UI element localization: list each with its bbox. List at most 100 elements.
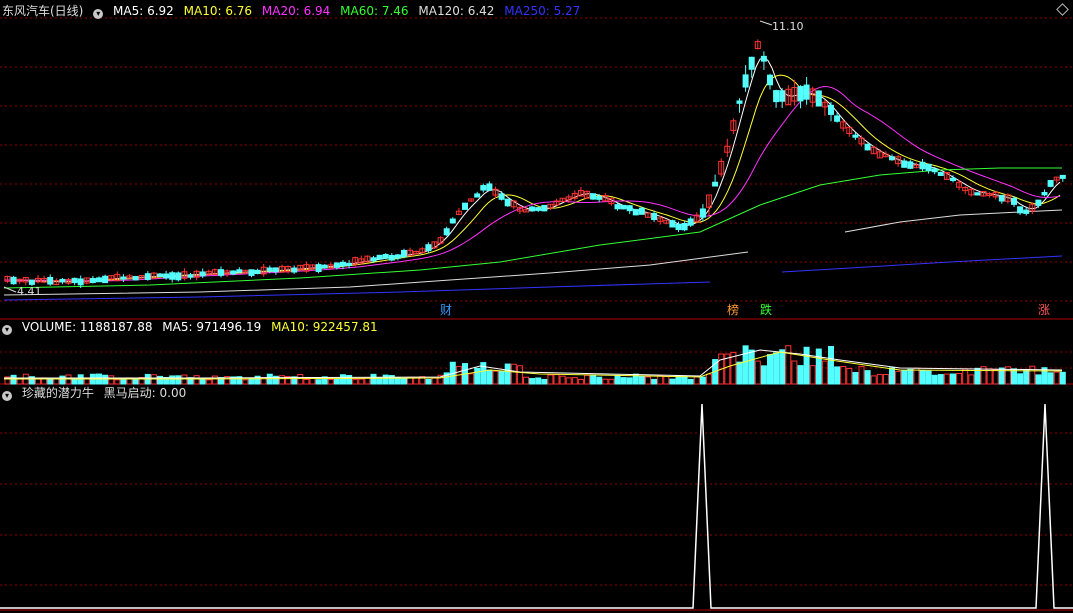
indicator-panel-header: ▾ 珍藏的潜力牛 黑马启动: 0.00 (2, 385, 192, 401)
candle-body (370, 257, 377, 262)
volume-bar (815, 348, 822, 385)
candle-body (480, 185, 487, 191)
volume-settings-icon[interactable]: ▾ (2, 325, 12, 335)
volume-bar (346, 374, 353, 385)
kline-chart[interactable] (0, 0, 1073, 613)
volume-bar (1053, 371, 1060, 385)
ma120-line-right (844, 209, 1063, 233)
volume-bar (510, 363, 517, 385)
candle-body (102, 275, 109, 284)
candle-body (28, 279, 35, 285)
ma5-label: MA5: 6.92 (113, 4, 174, 18)
volume-bar (956, 373, 963, 385)
grid-lines (0, 17, 1073, 586)
candle-body (767, 74, 773, 86)
candle-body (632, 209, 639, 216)
volume-bar (370, 373, 377, 385)
ma250-line-right (781, 255, 1063, 273)
volume-bar (919, 370, 926, 385)
ma5-line (4, 56, 1061, 283)
candle-body (169, 272, 176, 280)
volume-bar (120, 378, 127, 385)
volume-bar (669, 378, 676, 385)
volume-bar (529, 378, 536, 385)
ma120-label: MA120: 6.42 (418, 4, 495, 18)
volume-bar (132, 379, 139, 385)
volume-bar (864, 370, 871, 385)
candle-body (1047, 180, 1054, 187)
candle-body (291, 267, 298, 273)
candle-body (175, 272, 182, 281)
volume-bar (785, 345, 792, 385)
event-marker-list[interactable]: 榜 (727, 303, 739, 317)
volume-bar (492, 370, 499, 385)
indicator-settings-icon[interactable]: ▾ (2, 391, 12, 401)
candle-body (504, 198, 511, 207)
candle-body (346, 262, 353, 266)
volume-bar (657, 375, 664, 385)
candle-body (614, 204, 621, 210)
volume-bar (340, 374, 346, 385)
candle-body (254, 269, 261, 275)
candle-body (376, 254, 383, 260)
volume-bar (590, 374, 597, 385)
volume-bar (71, 378, 78, 385)
moving-average-lines (3, 56, 1063, 301)
volume-bar (943, 373, 950, 385)
candle-body (144, 273, 151, 280)
candle-body (321, 264, 328, 269)
candle-body (394, 254, 401, 259)
candle-body (315, 264, 322, 272)
candle-body (687, 218, 694, 226)
volume-bar (571, 377, 578, 385)
candle-body (157, 273, 163, 277)
event-marker-fall[interactable]: 跌 (760, 303, 772, 317)
volume-panel-header: ▾ VOLUME: 1188187.88 MA5: 971496.19 MA10… (2, 319, 384, 335)
candle-body (486, 183, 493, 191)
volume-bar (297, 373, 304, 385)
volume-bar (16, 378, 23, 385)
volume-bar (303, 378, 310, 385)
candle-body (1017, 206, 1024, 214)
volume-bar (986, 368, 993, 385)
candlesticks (4, 39, 1066, 289)
candle-body (779, 90, 786, 102)
volume-bar (1029, 365, 1036, 385)
event-marker-rise[interactable]: 涨 (1038, 303, 1050, 317)
candle-body (59, 278, 66, 283)
candle-body (651, 212, 658, 220)
volume-bar (754, 360, 761, 385)
volume-bar (1017, 373, 1024, 385)
candle-body (230, 270, 237, 275)
volume-bar (1035, 374, 1042, 385)
candle-body (248, 269, 255, 276)
candle-body (236, 269, 243, 273)
candle-body (937, 172, 944, 176)
candle-body (96, 277, 102, 283)
candle-body (71, 277, 78, 284)
volume-bar (614, 374, 621, 385)
volume-bar (773, 352, 780, 385)
candle-body (462, 202, 468, 210)
candle-body (773, 90, 780, 103)
volume-bar (797, 365, 804, 385)
volume-bar (1023, 368, 1030, 385)
volume-bar (59, 375, 66, 385)
ma60-label: MA60: 7.46 (340, 4, 409, 18)
volume-bar (1047, 372, 1054, 385)
candle-body (742, 74, 749, 88)
volume-bar (102, 374, 109, 385)
candle-body (852, 134, 859, 138)
ma60-line (3, 167, 1062, 289)
candle-body (669, 220, 676, 228)
candle-body (834, 115, 841, 122)
volume-bar (791, 360, 798, 385)
event-marker-finance[interactable]: 财 (440, 303, 452, 317)
volume-bar (602, 378, 609, 385)
volume-bar (907, 368, 914, 385)
candle-body (1041, 191, 1048, 196)
indicator-value: 黑马启动: 0.00 (103, 386, 187, 400)
settings-toggle-icon[interactable]: ▾ (93, 9, 104, 19)
high-marker-line (759, 20, 773, 26)
volume-label: VOLUME: 1188187.88 (21, 320, 153, 334)
